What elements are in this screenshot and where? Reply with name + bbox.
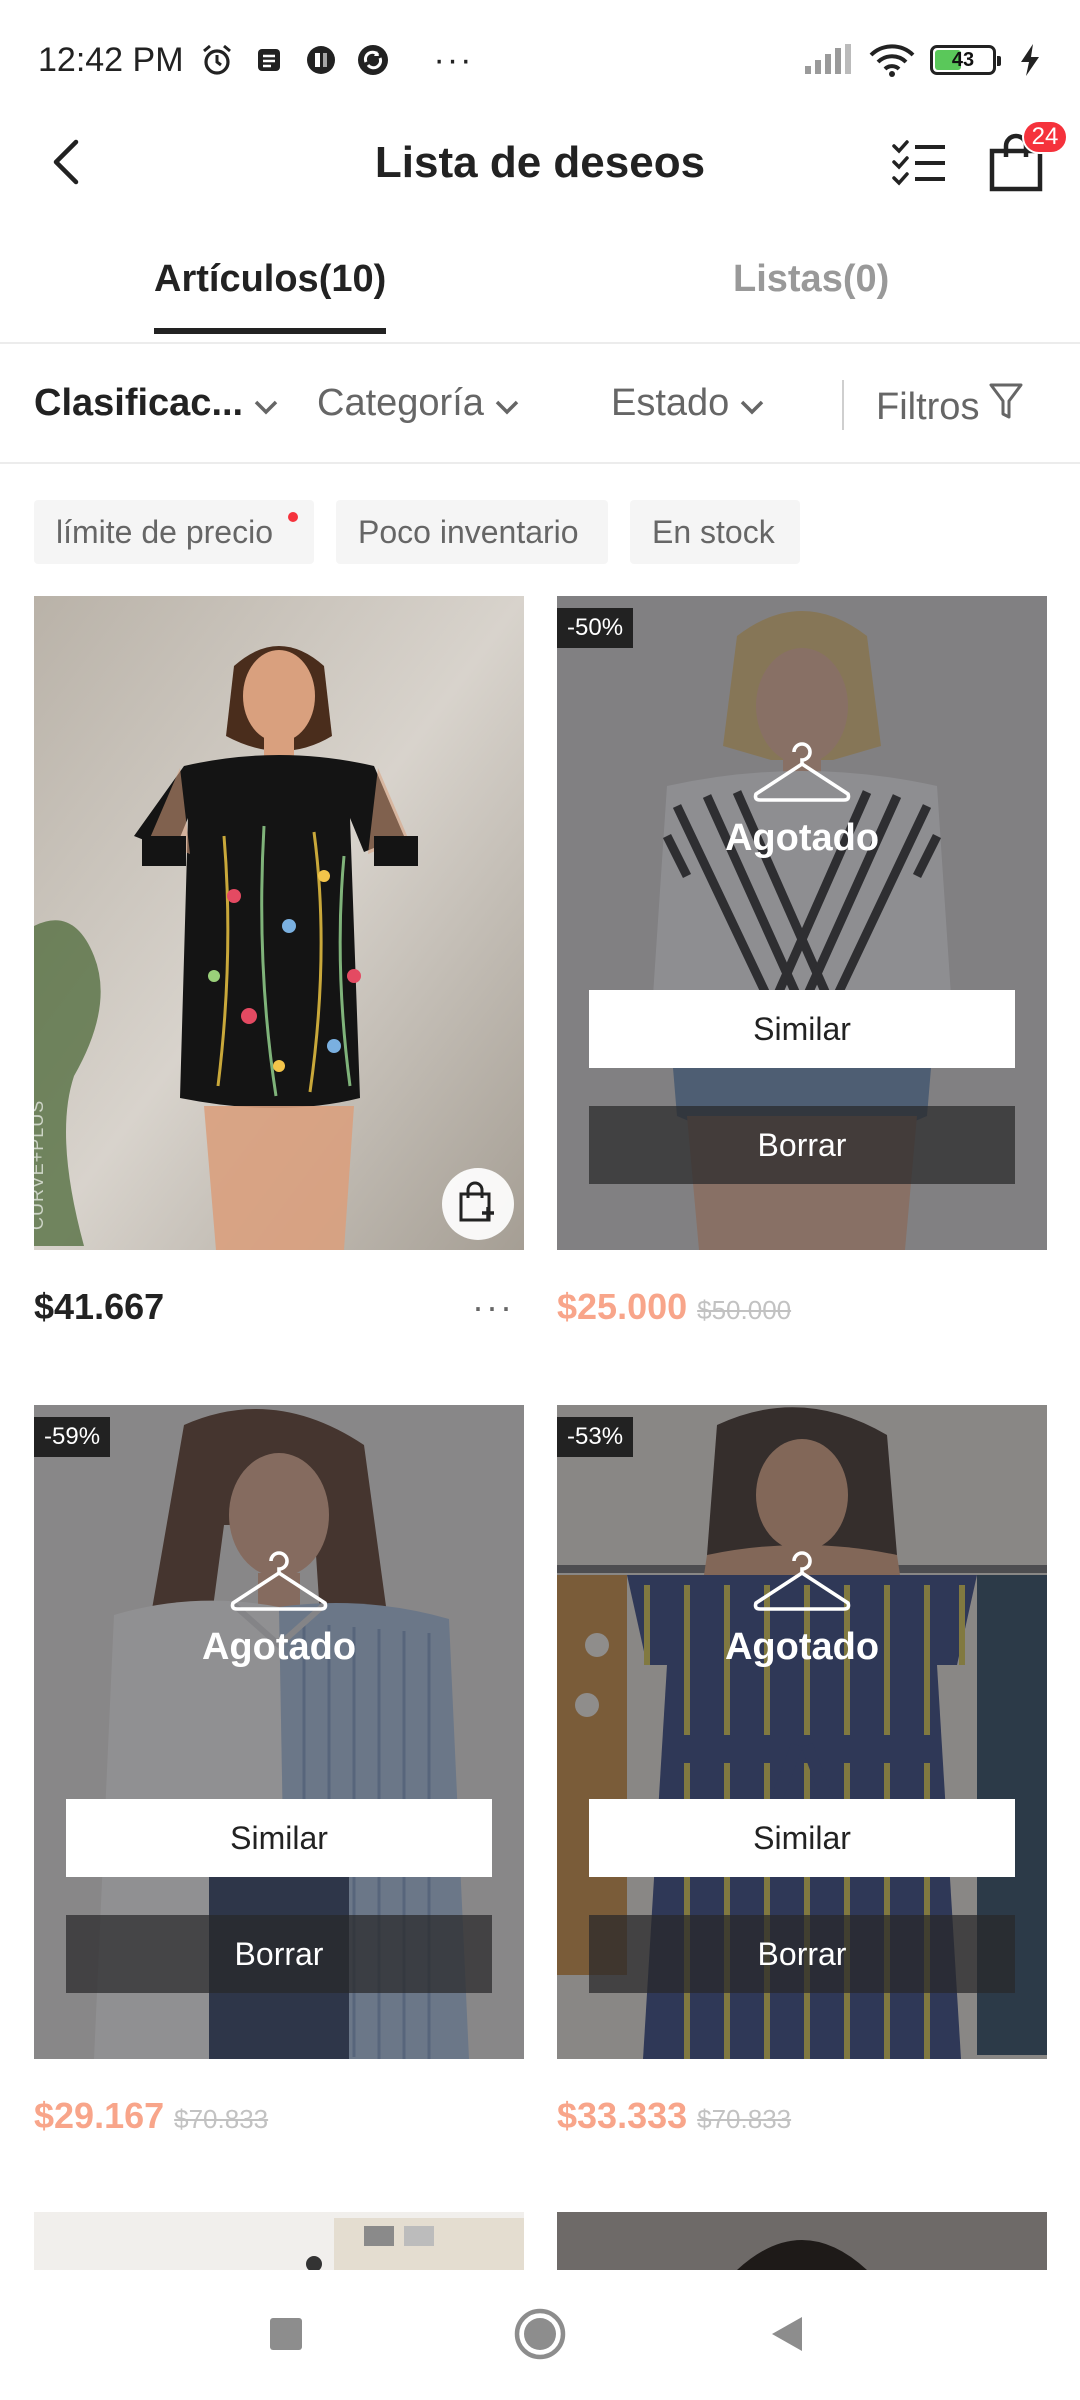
discount-badge: -59% (34, 1417, 111, 1457)
hanger-icon (752, 1551, 852, 1619)
square-icon (268, 2316, 304, 2357)
back-nav-button[interactable] (758, 2306, 818, 2366)
battery-level: 43 (951, 48, 975, 71)
chip-label: Poco inventario (358, 513, 579, 550)
product-image[interactable]: -53% Agotado Similar Borrar (557, 1405, 1047, 2059)
filter-divider (842, 380, 844, 430)
discount-badge: -53% (557, 1417, 634, 1457)
status-more: ··· (433, 40, 474, 79)
wifi-icon (868, 41, 916, 79)
system-nav-bar (0, 2270, 1080, 2400)
cart-count-badge: 24 (1022, 120, 1068, 154)
chip-price-limit[interactable]: límite de precio (34, 500, 314, 564)
product-price: $41.667 (34, 1286, 165, 1327)
tab-articulos[interactable]: Artículos(10) (154, 258, 387, 334)
price-row: $25.000 $50.000 (557, 1286, 1047, 1336)
notes-icon (250, 41, 288, 79)
funnel-icon (989, 382, 1023, 432)
signal-icon (802, 41, 854, 79)
product-image[interactable]: -50% Agotado Similar Borrar (557, 596, 1047, 1250)
product-price: $33.333 (557, 2095, 688, 2136)
product-card[interactable]: -50% Agotado Similar Borrar $25.000 $50.… (557, 596, 1047, 1336)
delete-button[interactable]: Borrar (589, 1106, 1015, 1184)
app-header: Lista de deseos 24 (0, 120, 1080, 206)
original-price: $70.833 (697, 2104, 792, 2134)
sold-out-label: Agotado (724, 1626, 880, 1668)
hanger-icon (229, 1551, 329, 1619)
chip-low-stock[interactable]: Poco inventario (336, 500, 608, 564)
product-image[interactable]: CURVE+PLUS (34, 596, 524, 1250)
product-card[interactable]: CURVE+PLUS $41.667 ··· (34, 596, 524, 1336)
sold-out-indicator: Agotado (34, 1551, 524, 1669)
add-to-cart-button[interactable] (442, 1168, 514, 1240)
chip-label: límite de precio (56, 513, 273, 550)
product-price: $29.167 (34, 2095, 165, 2136)
filters-label: Filtros (876, 385, 980, 428)
chevron-down-icon (253, 382, 279, 425)
status-dropdown[interactable]: Estado (611, 382, 765, 425)
status-bar: 12:42 PM ··· 43 (0, 0, 1080, 120)
sold-out-indicator: Agotado (557, 1551, 1047, 1669)
new-dot-badge (288, 512, 298, 522)
brand-watermark: CURVE+PLUS (34, 1099, 47, 1230)
filter-bar: Clasificac... Categoría Estado Filtros (0, 346, 1080, 464)
sort-label: Clasificac... (34, 382, 244, 424)
category-dropdown[interactable]: Categoría (317, 382, 520, 425)
sync-icon (354, 41, 392, 79)
delete-button[interactable]: Borrar (589, 1915, 1015, 1993)
sold-out-label: Agotado (724, 817, 880, 859)
hanger-icon (752, 742, 852, 810)
status-time: 12:42 PM (38, 40, 184, 79)
checklist-button[interactable] (888, 134, 950, 194)
price-row: $41.667 ··· (34, 1286, 524, 1336)
tab-listas[interactable]: Listas(0) (733, 258, 889, 334)
add-to-bag-icon (458, 1181, 498, 1228)
product-card[interactable]: -53% Agotado Similar Borrar $33.333 $70.… (557, 1405, 1047, 2145)
status-label: Estado (611, 382, 730, 424)
product-card-partial[interactable] (34, 2212, 524, 2270)
wishlist-tabs: Artículos(10) Listas(0) (0, 238, 1080, 344)
product-card-partial[interactable] (557, 2212, 1047, 2270)
similar-button[interactable]: Similar (66, 1799, 492, 1877)
delete-button[interactable]: Borrar (66, 1915, 492, 1993)
chip-in-stock[interactable]: En stock (630, 500, 800, 564)
original-price: $70.833 (174, 2104, 269, 2134)
product-image[interactable]: -59% Agotado Similar Borrar (34, 1405, 524, 2059)
alarm-icon (198, 41, 236, 79)
checklist-icon (891, 138, 947, 191)
sold-out-indicator: Agotado (557, 742, 1047, 860)
product-price: $25.000 (557, 1286, 688, 1327)
home-circle-icon (513, 2307, 567, 2366)
chevron-down-icon (494, 382, 520, 425)
charging-icon (1018, 41, 1042, 79)
app-icon (302, 41, 340, 79)
product-card[interactable]: -59% Agotado Similar Borrar $29.167 $70.… (34, 1405, 524, 2145)
category-label: Categoría (317, 382, 484, 424)
chevron-down-icon (739, 382, 765, 425)
recent-apps-button[interactable] (256, 2306, 316, 2366)
similar-button[interactable]: Similar (589, 990, 1015, 1068)
sort-dropdown[interactable]: Clasificac... (34, 382, 279, 425)
sold-out-label: Agotado (201, 1626, 357, 1668)
price-row: $33.333 $70.833 (557, 2095, 1047, 2145)
original-price: $50.000 (697, 1295, 792, 1325)
price-row: $29.167 $70.833 (34, 2095, 524, 2145)
discount-badge: -50% (557, 608, 634, 648)
home-button[interactable] (510, 2306, 570, 2366)
chip-label: En stock (652, 513, 775, 550)
battery-icon: 43 (930, 45, 1001, 75)
more-options-button[interactable]: ··· (472, 1286, 514, 1328)
similar-button[interactable]: Similar (589, 1799, 1015, 1877)
back-triangle-icon (768, 2314, 808, 2359)
filters-button[interactable]: Filtros (876, 382, 1023, 432)
